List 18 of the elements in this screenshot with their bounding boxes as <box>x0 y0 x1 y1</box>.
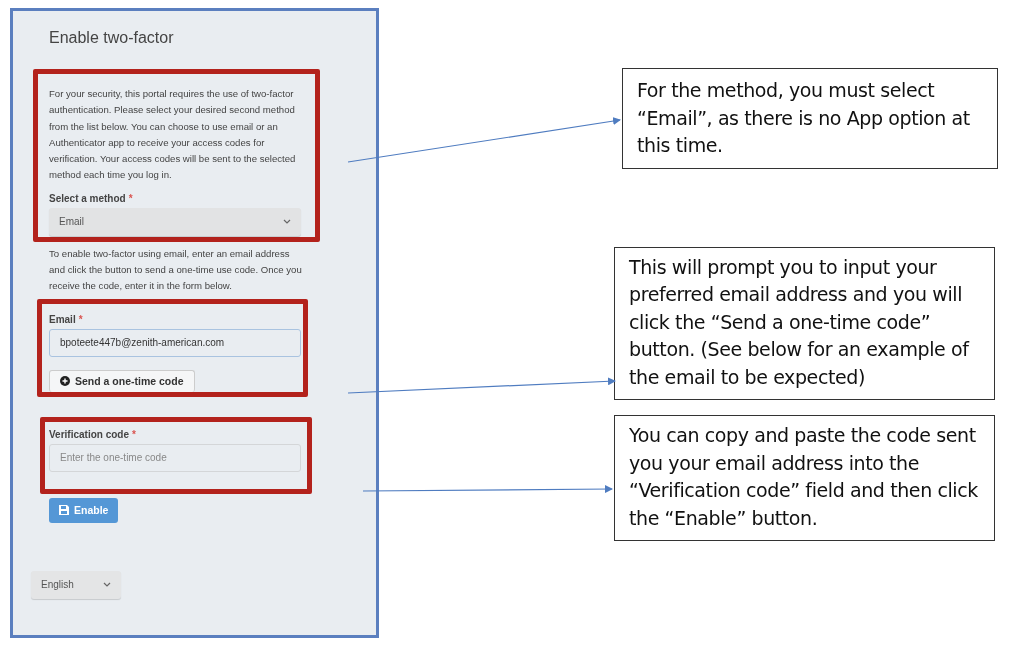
send-code-button[interactable]: Send a one-time code <box>49 369 195 392</box>
plus-circle-icon <box>60 376 70 387</box>
instructions-text: To enable two-factor using email, enter an email address and click the button to send a one-time use code. Once you receive the code, enter it in the form below. <box>49 246 303 294</box>
intro-text: For your security, this portal requires the use of two-factor authentication. Please select your desired second method from the list below. You can choose to use email or an Authenticator app to receive your access codes for verification. Your access codes will be sent to the selected method each time you log in. <box>49 87 297 183</box>
verification-field[interactable]: Enter the one-time code <box>49 443 301 472</box>
language-select[interactable]: English <box>31 570 121 599</box>
callout-text: For the method, you must select “Email”, as there is no App option at this time. <box>622 68 998 169</box>
callout-text: This will prompt you to input your preferred email address and you will click the “Send a one-time code” button. (See below for an example of the email to be expected) <box>614 246 995 400</box>
form-title: Enable two-factor <box>49 29 175 48</box>
chevron-down-icon <box>103 582 111 588</box>
field-label: Email * <box>49 313 84 325</box>
field-label: Verification code * <box>49 428 137 440</box>
method-select[interactable]: Email <box>49 207 301 236</box>
field-label: Select a method * <box>49 192 134 204</box>
callout-text: You can copy and paste the code sent you your email address into the “Verification code” field and then click the “Enable” button. <box>614 415 995 541</box>
email-field[interactable]: bpoteete447b@zenith-american.com <box>49 328 301 357</box>
chevron-down-icon <box>283 219 291 225</box>
save-icon <box>59 505 69 516</box>
